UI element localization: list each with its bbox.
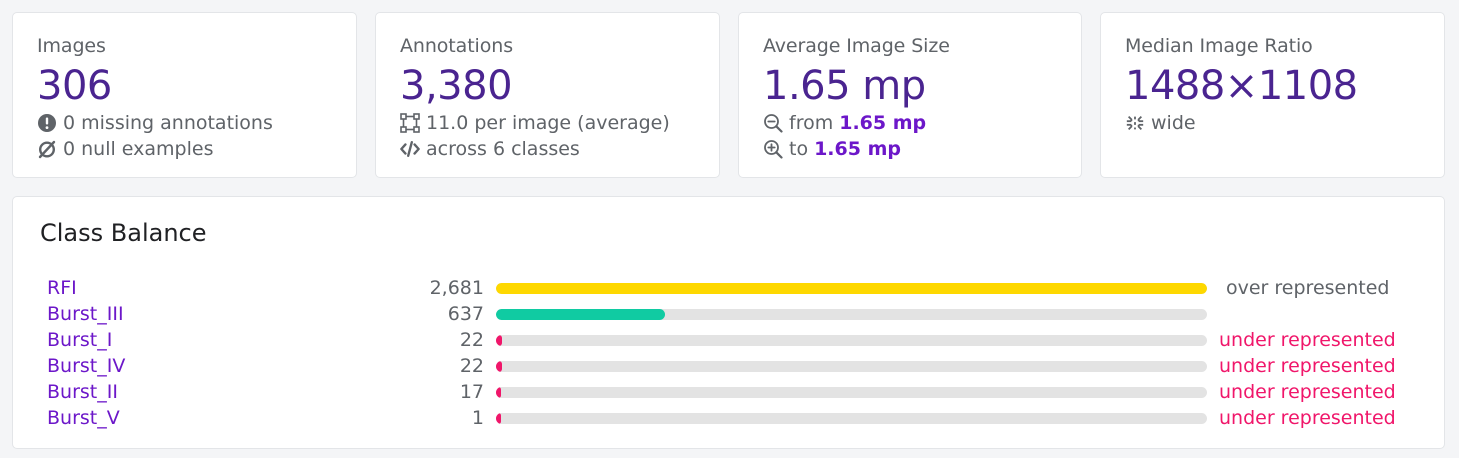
class-status: under represented bbox=[1219, 355, 1396, 377]
class-bar-track bbox=[496, 413, 1207, 424]
class-count: 637 bbox=[447, 303, 484, 325]
average-size-label: Average Image Size bbox=[763, 35, 950, 57]
annotations-stat-card: Annotations 3,380 11.0 per image (averag… bbox=[375, 12, 720, 178]
classes-text: across 6 classes bbox=[426, 138, 580, 160]
class-row: RFI 2,681 over represented bbox=[13, 275, 1444, 301]
size-from-value: 1.65 mp bbox=[839, 112, 927, 134]
class-status: over represented bbox=[1226, 277, 1390, 299]
class-row: Burst_III 637 bbox=[13, 301, 1444, 327]
class-balance-card: Class Balance RFI 2,681 over represented Bu… bbox=[12, 196, 1445, 449]
class-bar-fill bbox=[496, 361, 502, 372]
null-set-icon bbox=[37, 139, 57, 159]
class-name-link[interactable]: Burst_III bbox=[47, 301, 124, 327]
images-stat-card: Images 306 0 missing annotations 0 null … bbox=[12, 12, 357, 178]
class-balance-title: Class Balance bbox=[40, 219, 207, 247]
per-image-line: 11.0 per image (average) bbox=[400, 110, 695, 136]
ratio-orientation-text: wide bbox=[1151, 112, 1196, 134]
class-status: under represented bbox=[1219, 407, 1396, 429]
class-name-link[interactable]: Burst_I bbox=[47, 327, 112, 353]
median-ratio-value: 1488×1108 bbox=[1125, 63, 1358, 109]
class-count: 22 bbox=[459, 355, 484, 377]
size-from-label: from bbox=[789, 112, 834, 134]
class-name-link[interactable]: RFI bbox=[47, 275, 77, 301]
zoom-in-icon bbox=[763, 139, 783, 159]
ratio-orientation-line: wide bbox=[1125, 110, 1420, 136]
classes-line: across 6 classes bbox=[400, 136, 695, 162]
class-bar-fill bbox=[496, 413, 501, 424]
annotations-value: 3,380 bbox=[400, 63, 513, 109]
code-icon bbox=[400, 139, 420, 159]
class-status: under represented bbox=[1219, 381, 1396, 403]
class-row: Burst_I 22 under represented bbox=[13, 327, 1444, 353]
class-row: Burst_IV 22 under represented bbox=[13, 353, 1444, 379]
class-name-link[interactable]: Burst_II bbox=[47, 379, 118, 405]
class-bar-fill bbox=[496, 335, 502, 346]
class-count: 2,681 bbox=[429, 277, 484, 299]
class-status: under represented bbox=[1219, 329, 1396, 351]
size-from-line: from 1.65 mp bbox=[763, 110, 1057, 136]
class-name-link[interactable]: Burst_V bbox=[47, 405, 120, 431]
per-image-text: 11.0 per image (average) bbox=[426, 112, 670, 134]
class-count: 22 bbox=[459, 329, 484, 351]
null-examples-text: 0 null examples bbox=[63, 138, 214, 160]
class-bar-track bbox=[496, 387, 1207, 398]
null-examples-line: 0 null examples bbox=[37, 136, 332, 162]
class-bar-track bbox=[496, 335, 1207, 346]
size-to-line: to 1.65 mp bbox=[763, 136, 1057, 162]
size-to-label: to bbox=[789, 138, 809, 160]
class-name-link[interactable]: Burst_IV bbox=[47, 353, 125, 379]
images-label: Images bbox=[37, 35, 106, 57]
class-count: 1 bbox=[471, 407, 484, 429]
missing-annotations-line: 0 missing annotations bbox=[37, 110, 332, 136]
bounding-box-icon bbox=[400, 113, 420, 133]
images-value: 306 bbox=[37, 63, 112, 109]
zoom-out-icon bbox=[763, 113, 783, 133]
median-image-ratio-card: Median Image Ratio 1488×1108 wide bbox=[1100, 12, 1445, 178]
class-bar-fill bbox=[496, 309, 665, 320]
average-image-size-card: Average Image Size 1.65 mp from 1.65 mp … bbox=[738, 12, 1082, 178]
annotations-label: Annotations bbox=[400, 35, 513, 57]
class-bar-fill bbox=[496, 283, 1207, 294]
class-bar-track bbox=[496, 309, 1207, 320]
median-ratio-label: Median Image Ratio bbox=[1125, 35, 1313, 57]
compress-horizontal-icon bbox=[1125, 113, 1145, 133]
class-row: Burst_II 17 under represented bbox=[13, 379, 1444, 405]
size-to-value: 1.65 mp bbox=[814, 138, 901, 160]
class-row: Burst_V 1 under represented bbox=[13, 405, 1444, 431]
class-bar-track bbox=[496, 283, 1207, 294]
exclamation-circle-icon bbox=[37, 113, 57, 133]
average-size-value: 1.65 mp bbox=[763, 63, 926, 109]
class-bar-fill bbox=[496, 387, 501, 398]
class-bar-track bbox=[496, 361, 1207, 372]
missing-annotations-text: 0 missing annotations bbox=[63, 112, 273, 134]
class-count: 17 bbox=[459, 381, 484, 403]
